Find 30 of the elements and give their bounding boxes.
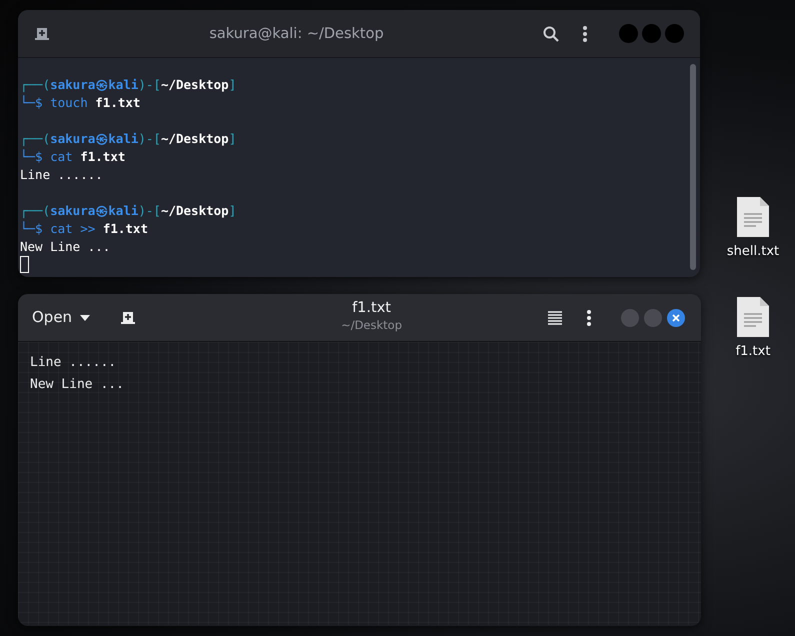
- text-file-icon[interactable]: [736, 196, 770, 238]
- output-line: Line ......: [20, 166, 103, 184]
- caret-icon: [80, 314, 90, 320]
- command-line: └─$ touch f1.txt: [20, 94, 140, 112]
- file-label: f1.txt: [736, 343, 770, 361]
- open-button[interactable]: Open: [18, 302, 104, 333]
- prompt-line: ┌──(sakura㉿kali)-[~/Desktop]: [20, 202, 236, 220]
- scrollbar[interactable]: [690, 64, 696, 270]
- text-cursor: [20, 256, 29, 273]
- text-line: New Line ...: [30, 377, 124, 392]
- command-line: └─$ cat f1.txt: [20, 148, 126, 166]
- file-label: shell.txt: [726, 243, 780, 261]
- command-line: └─$ cat >> f1.txt: [20, 220, 148, 238]
- prompt-line: ┌──(sakura㉿kali)-[~/Desktop]: [20, 76, 236, 94]
- hamburger-menu-icon[interactable]: [547, 310, 563, 326]
- output-line: New Line ...: [20, 238, 110, 256]
- menu-icon[interactable]: [583, 26, 587, 42]
- prompt-line: ┌──(sakura㉿kali)-[~/Desktop]: [20, 130, 236, 148]
- text-area[interactable]: Line ...... New Line ...: [18, 342, 701, 625]
- new-tab-icon[interactable]: [34, 26, 50, 40]
- document-title: f1.txt: [352, 300, 391, 318]
- close-button[interactable]: [667, 308, 685, 326]
- window-title: sakura@kali: ~/Desktop: [209, 26, 384, 42]
- search-icon[interactable]: [543, 26, 559, 42]
- menu-icon[interactable]: [587, 310, 591, 326]
- document-path: ~/Desktop: [341, 317, 402, 334]
- text-line: Line ......: [30, 355, 116, 370]
- close-icon: [672, 314, 680, 322]
- new-document-icon[interactable]: [120, 310, 136, 324]
- text-file-icon[interactable]: [736, 296, 770, 338]
